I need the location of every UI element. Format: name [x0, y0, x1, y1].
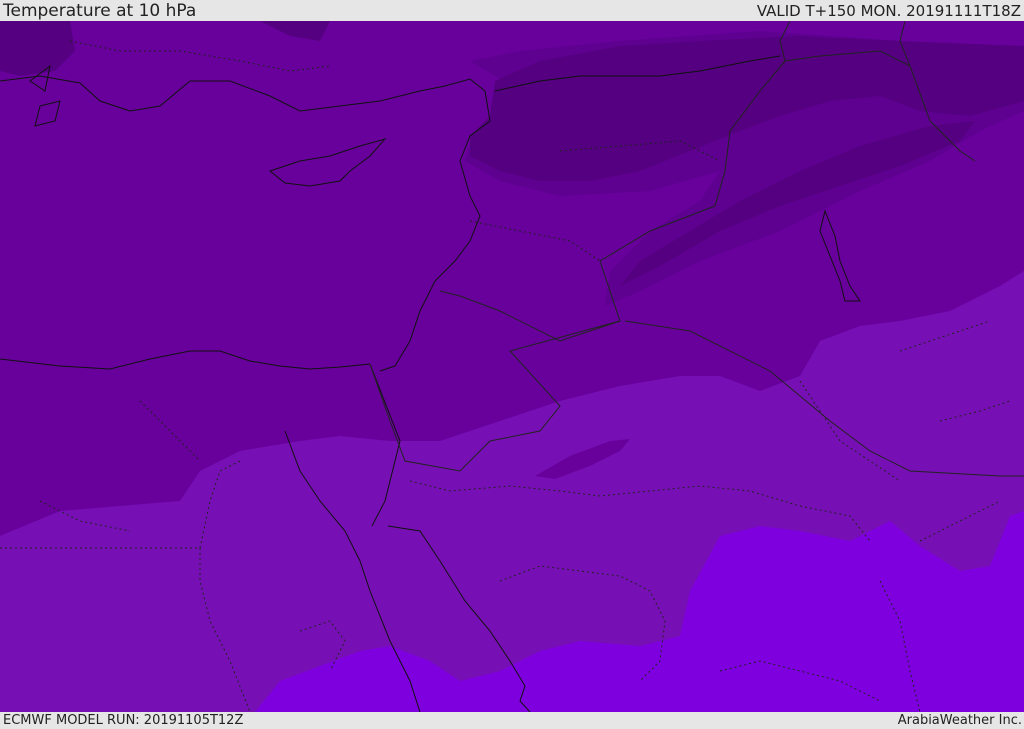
valid-time: VALID T+150 MON. 20191111T18Z [756, 1, 1021, 20]
model-run-label: ECMWF MODEL RUN: 20191105T12Z [3, 713, 244, 728]
map-title: Temperature at 10 hPa [3, 0, 197, 21]
temperature-map[interactable] [0, 21, 1024, 712]
credit-label: ArabiaWeather Inc. [897, 713, 1022, 728]
map-footer: ECMWF MODEL RUN: 20191105T12Z ArabiaWeat… [0, 712, 1024, 729]
map-canvas [0, 21, 1024, 712]
temp-band-bright [955, 651, 967, 671]
map-header: Temperature at 10 hPa VALID T+150 MON. 2… [0, 0, 1024, 21]
